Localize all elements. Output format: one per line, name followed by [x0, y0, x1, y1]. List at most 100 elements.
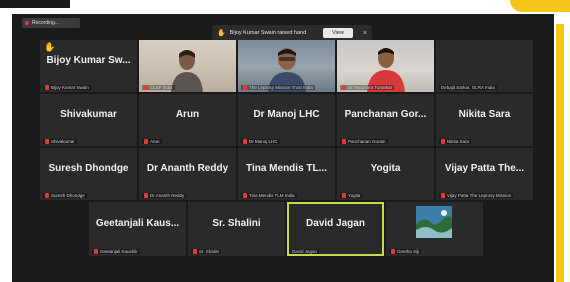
participant-label-text: Tina Mendis TLM India — [249, 193, 295, 198]
participant-label: Vijay Patta The Leprosy Mission — [439, 193, 514, 198]
participant-name: Shivakumar — [60, 108, 117, 120]
participant-label-text: Geetanjali Kaushik — [100, 249, 138, 254]
participant-tile[interactable]: Shivakumar Shivakumar — [40, 94, 137, 146]
mic-muted-icon — [342, 193, 346, 198]
participant-label: Tina Mendis TLM India — [241, 193, 297, 198]
participant-label: Sr. Shalini — [191, 249, 222, 254]
participant-tile[interactable]: Geetha Siji — [386, 202, 483, 256]
participant-label-text: Panchanan Gorain — [348, 139, 386, 144]
close-icon[interactable]: × — [363, 30, 367, 37]
mic-muted-icon — [45, 85, 49, 90]
participant-name: Sr. Shalini — [212, 217, 261, 229]
view-button[interactable]: View — [322, 28, 353, 38]
participant-tile[interactable]: Panchanan Gor... Panchanan Gorain — [337, 94, 434, 146]
participant-label: Yogita — [340, 193, 363, 198]
active-speaker-tile[interactable]: David Jagan David Jagan — [287, 202, 384, 256]
participant-name: Dr Ananth Reddy — [146, 162, 229, 174]
participant-tile[interactable]: Vijay Patta The... Vijay Patta The Lepro… — [436, 148, 533, 200]
participant-label: Dr Manoj LHC — [241, 139, 280, 144]
mic-muted-icon — [243, 139, 247, 144]
profile-picture-landscape-icon — [416, 206, 452, 238]
participant-label-text: Bijoy Kumar Swain — [51, 85, 89, 90]
participant-label-text: Nikita Sara — [447, 139, 470, 144]
participant-name: Suresh Dhondge — [48, 162, 129, 174]
mic-muted-icon — [441, 193, 445, 198]
participant-label-text: Suresh Dhondge — [51, 193, 85, 198]
participant-name: Panchanan Gor... — [344, 108, 427, 120]
participant-name: Geetanjali Kaus... — [95, 217, 180, 229]
recording-label: Recording... — [32, 20, 59, 26]
mic-muted-icon — [144, 139, 148, 144]
participant-tile[interactable]: Dr Ananth Reddy Dr Ananth Reddy — [139, 148, 236, 200]
participant-label-text: Dr Manoj LHC — [249, 139, 278, 144]
mic-muted-icon — [193, 249, 197, 254]
participant-tile[interactable]: Debajit Sarkar, GLRA India — [436, 40, 533, 92]
participant-tile[interactable]: Dr Manoj LHC Dr Manoj LHC — [238, 94, 335, 146]
participant-tile[interactable]: Geetanjali Kaus... Geetanjali Kaushik — [89, 202, 186, 256]
participant-tile[interactable]: Sr. Shalini Sr. Shalini — [188, 202, 285, 256]
yellow-side-bar — [556, 24, 564, 282]
mic-muted-icon — [342, 85, 346, 90]
participant-name: David Jagan — [306, 217, 365, 229]
participant-tile[interactable]: ✋ Bijoy Kumar Sw... Bijoy Kumar Swain — [40, 40, 137, 92]
participant-name: Vijay Patta The... — [444, 162, 525, 174]
participant-name: Dr Manoj LHC — [253, 108, 320, 120]
participant-label: Debajit Sarkar, GLRA India — [439, 85, 497, 90]
top-left-decoration — [0, 0, 70, 8]
participant-tile[interactable]: Tina Mendis TL... Tina Mendis TLM India — [238, 148, 335, 200]
participant-label-text: David Jagan — [292, 249, 318, 254]
participant-name: Tina Mendis TL... — [246, 162, 327, 174]
mic-muted-icon — [441, 139, 445, 144]
participant-label-text: Arun — [150, 139, 160, 144]
participant-label: Suresh Dhondge — [43, 193, 87, 198]
participant-label: David Jagan — [290, 249, 320, 254]
participant-label: Nikita Sara — [439, 139, 472, 144]
participant-label: The Leprosy Mission Trust India — [241, 85, 315, 90]
participant-label-text: The Leprosy Mission Trust India — [249, 85, 313, 90]
participant-tile[interactable]: Nikita Sara Nikita Sara — [436, 94, 533, 146]
raised-hand-notification: ✋ Bijoy Kumar Swain raised hand View × — [212, 25, 372, 41]
participant-label: Geetha Siji — [389, 249, 422, 254]
mic-muted-icon — [94, 249, 98, 254]
participant-label-text: Debajit Sarkar, GLRA India — [441, 85, 495, 90]
mic-muted-icon — [342, 139, 346, 144]
participant-name: Nikita Sara — [458, 108, 511, 120]
participant-label-text: Dr Ananth Reddy — [150, 193, 185, 198]
raised-hand-icon: ✋ — [217, 30, 226, 37]
participant-label: Dr Panchara Turankar — [340, 85, 395, 90]
participant-label: Panchanan Gorain — [340, 139, 388, 144]
participant-label-text: Geetha Siji — [397, 249, 420, 254]
mic-muted-icon — [45, 139, 49, 144]
participant-name: Arun — [175, 108, 200, 120]
mic-muted-icon — [243, 85, 247, 90]
mic-muted-icon — [144, 193, 148, 198]
participant-label-text: Vijay Patta The Leprosy Mission — [447, 193, 512, 198]
mic-muted-icon — [391, 249, 395, 254]
participant-label-text: Sr. Shalini — [199, 249, 220, 254]
participant-label-text: CLEF India — [150, 85, 173, 90]
recording-indicator[interactable]: Recording... — [22, 18, 80, 28]
participant-label-text: Shivakumar — [51, 139, 75, 144]
participant-name: Bijoy Kumar Sw... — [46, 54, 131, 66]
participant-tile[interactable]: Arun Arun — [139, 94, 236, 146]
mic-muted-icon — [45, 193, 49, 198]
participant-video-tile[interactable]: Dr Panchara Turankar — [337, 40, 434, 92]
participant-label: CLEF India — [142, 85, 175, 90]
participant-tile[interactable]: Yogita Yogita — [337, 148, 434, 200]
mic-muted-icon — [144, 85, 148, 90]
participant-label-text: Yogita — [348, 193, 361, 198]
top-right-decoration — [510, 0, 570, 12]
record-dot-icon — [25, 21, 29, 25]
participant-video-tile[interactable]: The Leprosy Mission Trust India — [238, 40, 335, 92]
participant-name: Yogita — [370, 162, 401, 174]
notification-text: Bijoy Kumar Swain raised hand — [229, 30, 307, 36]
participant-label: Geetanjali Kaushik — [92, 249, 140, 254]
participant-label: Dr Ananth Reddy — [142, 193, 187, 198]
meeting-window: Recording... ✋ Bijoy Kumar Swain raised … — [12, 14, 554, 282]
mic-muted-icon — [243, 193, 247, 198]
participant-video-tile[interactable]: CLEF India — [139, 40, 236, 92]
participant-label: Arun — [142, 139, 162, 144]
participant-tile[interactable]: Suresh Dhondge Suresh Dhondge — [40, 148, 137, 200]
participant-label-text: Dr Panchara Turankar — [348, 85, 393, 90]
participant-label: Bijoy Kumar Swain — [43, 85, 91, 90]
